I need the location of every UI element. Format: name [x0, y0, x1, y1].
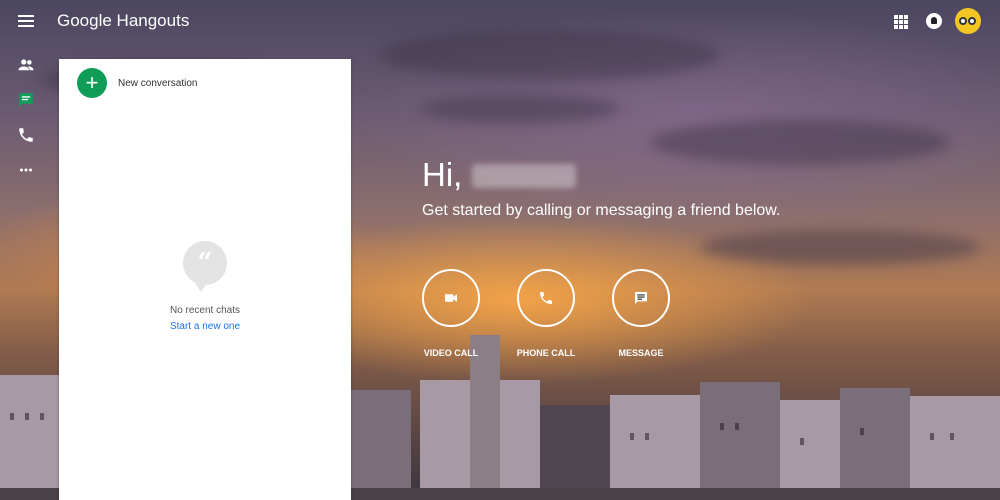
new-conversation-label: New conversation [118, 77, 198, 89]
people-icon[interactable] [17, 56, 35, 74]
phone-call-label: PHONE CALL [516, 348, 576, 358]
start-new-chat-link[interactable]: Start a new one [59, 321, 351, 332]
app-title: Google Hangouts [57, 11, 190, 30]
video-call-button[interactable] [422, 269, 480, 327]
message-label: MESSAGE [618, 348, 664, 358]
greeting-subtitle: Get started by calling or messaging a fr… [422, 202, 781, 219]
greeting-title: Hi, [422, 156, 577, 194]
videocam-icon [445, 294, 457, 302]
phone-icon [540, 292, 552, 304]
menu-icon[interactable] [18, 15, 34, 29]
message-button[interactable] [612, 269, 670, 327]
message-icon [635, 292, 647, 304]
notifications-icon[interactable] [926, 13, 942, 29]
avatar[interactable] [955, 8, 981, 34]
new-conversation-button[interactable]: + New conversation [77, 68, 197, 98]
phone-call-button[interactable] [517, 269, 575, 327]
video-call-label: VIDEO CALL [423, 348, 479, 358]
apps-grid-icon[interactable] [894, 15, 908, 29]
redacted-user-name [472, 164, 577, 188]
no-recent-chats-text: No recent chats [169, 305, 241, 316]
empty-state: “ No recent chats Start a new one [59, 241, 351, 332]
chat-bubble-icon: “ [183, 241, 227, 292]
top-bar: Google Hangouts [0, 0, 1000, 44]
more-horizontal-icon[interactable] [17, 161, 35, 179]
plus-icon: + [77, 68, 107, 98]
chat-icon[interactable] [17, 91, 35, 109]
phone-icon[interactable] [17, 126, 35, 144]
conversation-panel: + New conversation “ No recent chats Sta… [59, 59, 351, 500]
